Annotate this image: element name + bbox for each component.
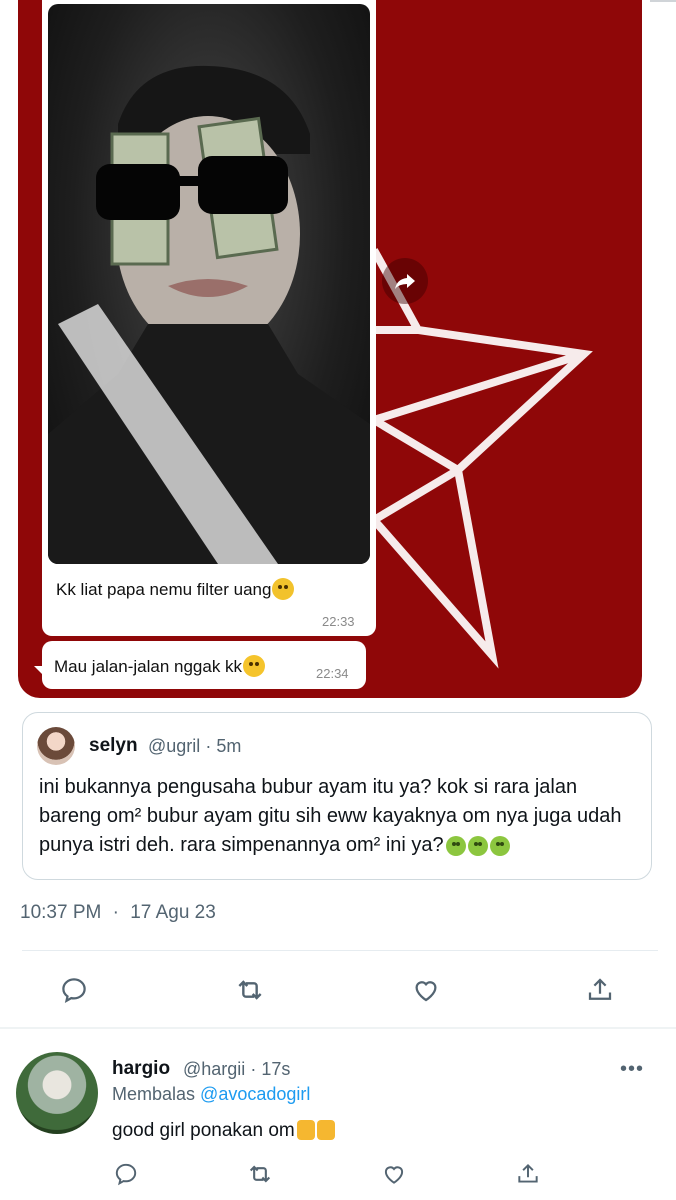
selfie-photo (48, 4, 370, 564)
replying-to-link[interactable]: @avocadogirl (200, 1084, 310, 1104)
pleading-face-emoji-icon (243, 655, 266, 677)
reply-icon[interactable] (56, 972, 92, 1008)
tweet-media-image[interactable]: Kk liat papa nemu filter uang 22:33 Mau … (18, 0, 642, 698)
quoted-tweet[interactable]: selyn @ugril · 5m ini bukannya pengusaha… (22, 712, 652, 880)
thumbs-up-emoji-icon (316, 1120, 335, 1140)
replying-label: Membalas (112, 1084, 196, 1104)
tweet-time[interactable]: 10:37 PM (20, 902, 101, 923)
quote-handle[interactable]: @ugril (148, 736, 200, 756)
reply-icon[interactable] (110, 1158, 142, 1190)
thumbs-up-emoji-icon (296, 1120, 315, 1140)
quote-time: 5m (216, 736, 242, 756)
reply-separator: · (250, 1059, 257, 1079)
money-mouth-emoji-icon (272, 578, 295, 600)
divider (22, 950, 658, 951)
chat-message-1: Kk liat papa nemu filter uang (56, 578, 295, 600)
nauseated-emoji-icon (467, 836, 488, 856)
chat-time-2: 22:34 (316, 666, 349, 681)
quote-text: ini bukannya pengusaha bubur ayam itu ya… (39, 776, 622, 856)
share-icon[interactable] (582, 972, 618, 1008)
more-options-icon[interactable]: ••• (620, 1058, 644, 1081)
divider (0, 1027, 676, 1029)
reply-handle[interactable]: @hargii (183, 1059, 245, 1079)
quote-handle-line: @ugril · 5m (148, 736, 241, 757)
reply-handle-line: @hargii · 17s (183, 1059, 290, 1080)
share-icon[interactable] (512, 1158, 544, 1190)
tweet-meta-separator: · (112, 902, 119, 923)
retweet-icon[interactable] (244, 1158, 276, 1190)
like-icon[interactable] (378, 1158, 410, 1190)
top-border (650, 0, 676, 2)
quote-display-name[interactable]: selyn (89, 735, 138, 757)
reply-display-name[interactable]: hargio (112, 1058, 170, 1080)
tweet-date: 17 Agu 23 (130, 902, 216, 923)
like-icon[interactable] (408, 972, 444, 1008)
retweet-icon[interactable] (232, 972, 268, 1008)
reply-text: good girl ponakan om (112, 1120, 335, 1142)
tweet-timestamp: 10:37 PM · 17 Agu 23 (20, 902, 216, 924)
nauseated-emoji-icon (445, 836, 466, 856)
avatar[interactable] (37, 727, 75, 765)
avatar[interactable] (16, 1052, 98, 1134)
quote-separator: · (205, 736, 212, 756)
nauseated-emoji-icon (489, 836, 510, 856)
reply-time: 17s (261, 1059, 291, 1079)
forward-icon[interactable] (382, 258, 428, 304)
chat-time-1: 22:33 (322, 614, 355, 629)
chat-message-2: Mau jalan-jalan nggak kk (54, 655, 266, 677)
replying-to: Membalas @avocadogirl (112, 1084, 310, 1105)
